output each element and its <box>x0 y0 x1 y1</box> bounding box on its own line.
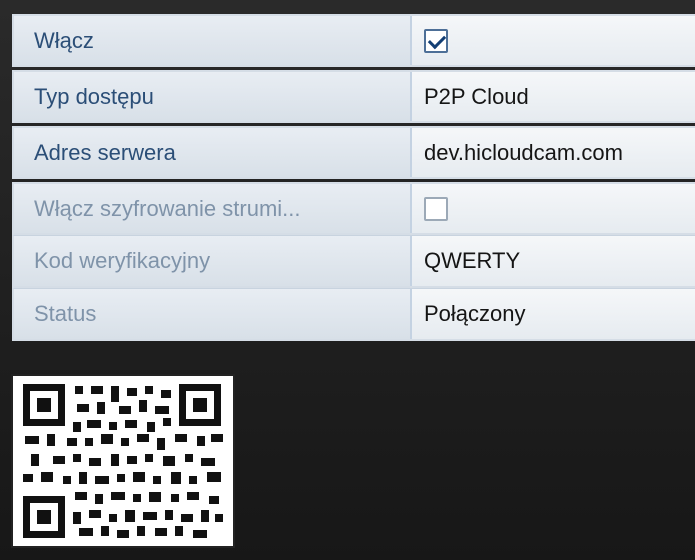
enable-label: Włącz <box>14 16 412 65</box>
stream-encryption-label: Włącz szyfrowanie strumi... <box>14 184 412 233</box>
status-row: Status Połączony <box>12 288 695 341</box>
enable-checkbox[interactable] <box>424 28 448 53</box>
stream-encryption-value[interactable] <box>412 184 695 233</box>
server-address-row[interactable]: Adres serwera dev.hicloudcam.com <box>12 126 695 179</box>
stream-encryption-row[interactable]: Włącz szyfrowanie strumi... <box>12 182 695 235</box>
status-label: Status <box>14 289 412 339</box>
stream-encryption-checkbox[interactable] <box>424 196 448 221</box>
access-type-row[interactable]: Typ dostępu P2P Cloud <box>12 70 695 123</box>
access-type-label: Typ dostępu <box>14 72 412 121</box>
qr-code-icon <box>13 376 233 546</box>
access-type-value[interactable]: P2P Cloud <box>412 72 695 121</box>
status-value: Połączony <box>412 289 695 339</box>
qr-code-svg <box>13 376 233 546</box>
server-address-value[interactable]: dev.hicloudcam.com <box>412 128 695 177</box>
verification-code-row[interactable]: Kod weryfikacyjny QWERTY <box>12 235 695 288</box>
verification-code-value[interactable]: QWERTY <box>412 236 695 286</box>
enable-row[interactable]: Włącz <box>12 14 695 67</box>
screen: Włącz Typ dostępu P2P Cloud Adres serwer… <box>0 0 695 560</box>
verification-code-label: Kod weryfikacyjny <box>14 236 412 286</box>
server-address-label: Adres serwera <box>14 128 412 177</box>
p2p-settings-panel: Włącz Typ dostępu P2P Cloud Adres serwer… <box>12 14 695 341</box>
enable-value[interactable] <box>412 16 695 65</box>
